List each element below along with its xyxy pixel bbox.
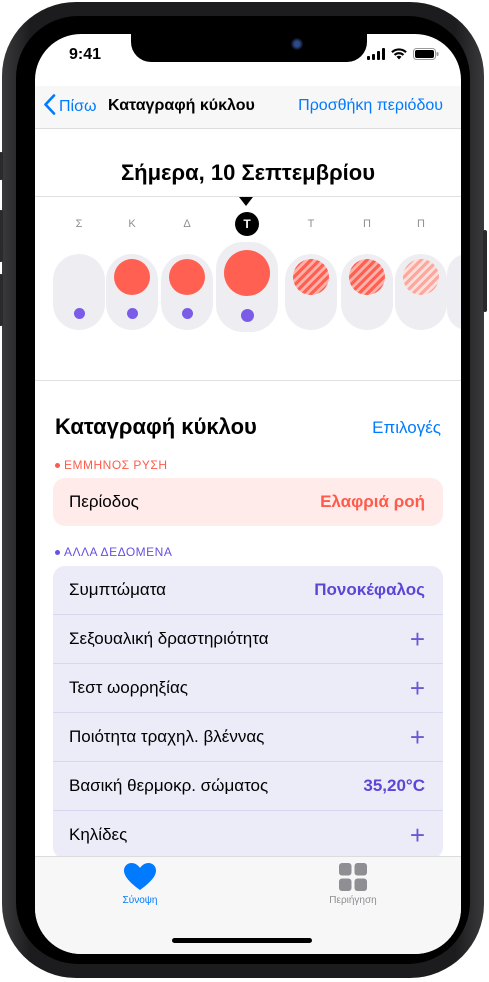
wifi-icon — [391, 47, 407, 65]
other-data-category-label: ΑΛΛΑ ΔΕΔΟΜΕΝΑ — [64, 545, 173, 559]
cervical-mucus-label: Ποιότητα τραχηλ. βλέννας — [69, 727, 265, 746]
screen: 9:41 Πίσω Καταγραφή κύκλου Προσθήκη περι… — [35, 34, 461, 954]
add-sexual-activity-plus-icon[interactable]: + — [410, 626, 425, 652]
ovulation-test-row[interactable]: Τεστ ωορρηξίας + — [53, 663, 443, 712]
period-flow-circle — [114, 259, 150, 295]
tab-summary-label: Σύνοψη — [122, 895, 158, 906]
symptoms-value: Πονοκέφαλος — [314, 580, 425, 599]
back-label: Πίσω — [59, 98, 97, 115]
phone-frame: 9:41 Πίσω Καταγραφή κύκλου Προσθήκη περι… — [0, 2, 487, 978]
status-icons — [367, 47, 439, 65]
battery-icon — [413, 47, 439, 65]
sexual-activity-label: Σεξουαλική δραστηριότητα — [69, 629, 269, 648]
menstruation-category-label: ΕΜΜΗΝΟΣ ΡΥΣΗ — [64, 458, 168, 472]
day-letter: Π — [417, 218, 425, 230]
bullet-icon — [55, 549, 60, 555]
other-data-category: ΑΛΛΑ ΔΕΔΟΜΕΝΑ — [55, 545, 172, 559]
home-indicator[interactable] — [172, 938, 312, 943]
basal-temperature-value: 35,20°C — [363, 776, 425, 795]
period-flow-circle — [224, 250, 270, 296]
grid-icon — [316, 863, 390, 894]
heart-icon — [105, 863, 175, 894]
nav-title: Καταγραφή κύκλου — [108, 97, 255, 114]
notch — [131, 34, 367, 62]
menstruation-category: ΕΜΜΗΝΟΣ ΡΥΣΗ — [55, 458, 168, 472]
day-pill[interactable] — [53, 254, 105, 330]
add-cervical-mucus-plus-icon[interactable]: + — [410, 724, 425, 750]
tab-browse[interactable]: Περιήγηση — [316, 863, 390, 906]
options-button[interactable]: Επιλογές — [372, 418, 441, 438]
predicted-period-circle — [349, 259, 385, 295]
other-data-card: Συμπτώματα Πονοκέφαλος Σεξουαλική δραστη… — [53, 566, 443, 859]
date-title: Σήμερα, 10 Σεπτεμβρίου — [120, 160, 376, 185]
bullet-icon — [55, 462, 60, 468]
signal-icon — [367, 47, 385, 65]
add-period-button[interactable]: Προσθήκη περιόδου — [298, 97, 443, 115]
day-letter: Σ — [75, 218, 83, 230]
spotting-row[interactable]: Κηλίδες + — [53, 810, 443, 859]
silent-switch — [0, 152, 3, 180]
status-time: 9:41 — [69, 46, 102, 63]
volume-up-button — [0, 210, 3, 262]
period-row[interactable]: Περίοδος Ελαφριά ροή — [53, 478, 443, 526]
chevron-left-icon — [43, 94, 56, 120]
cervical-mucus-row[interactable]: Ποιότητα τραχηλ. βλέννας + — [53, 712, 443, 761]
menstruation-card: Περίοδος Ελαφριά ροή — [53, 478, 443, 526]
symptom-dot — [73, 307, 85, 319]
volume-down-button — [0, 274, 3, 326]
day-letter: Κ — [128, 218, 136, 230]
spotting-label: Κηλίδες — [69, 825, 128, 844]
period-label: Περίοδος — [69, 492, 139, 511]
back-button[interactable]: Πίσω — [43, 94, 96, 120]
symptom-dot — [126, 307, 138, 319]
cycle-log-title: Καταγραφή κύκλου — [55, 414, 257, 439]
day-letter: Τ — [235, 212, 259, 236]
symptoms-label: Συμπτώματα — [69, 580, 167, 599]
tab-summary[interactable]: Σύνοψη — [105, 863, 175, 906]
tab-browse-label: Περιήγηση — [329, 895, 377, 906]
day-letter: Π — [363, 218, 371, 230]
ovulation-test-label: Τεστ ωορρηξίας — [69, 678, 188, 697]
navigation-bar: Πίσω Καταγραφή κύκλου Προσθήκη περιόδου — [35, 86, 461, 129]
basal-temperature-row[interactable]: Βασική θερμοκρ. σώματος 35,20°C — [53, 761, 443, 810]
predicted-period-circle — [293, 259, 329, 295]
day-letter: Τ — [307, 218, 315, 230]
front-camera — [291, 38, 303, 50]
side-button — [483, 230, 487, 312]
symptom-dot — [181, 307, 193, 319]
period-flow-circle — [169, 259, 205, 295]
add-ovulation-test-plus-icon[interactable]: + — [410, 675, 425, 701]
add-spotting-plus-icon[interactable]: + — [410, 822, 425, 848]
day-letter: Δ — [183, 218, 191, 230]
period-value: Ελαφριά ροή — [320, 492, 425, 511]
symptom-dot — [240, 308, 254, 322]
today-marker-icon — [239, 197, 253, 206]
predicted-period-circle — [403, 259, 439, 295]
day-pill-partial[interactable] — [447, 254, 461, 330]
sexual-activity-row[interactable]: Σεξουαλική δραστηριότητα + — [53, 614, 443, 663]
basal-temperature-label: Βασική θερμοκρ. σώματος — [69, 776, 269, 795]
divider — [35, 380, 461, 381]
symptoms-row[interactable]: Συμπτώματα Πονοκέφαλος — [53, 566, 443, 614]
